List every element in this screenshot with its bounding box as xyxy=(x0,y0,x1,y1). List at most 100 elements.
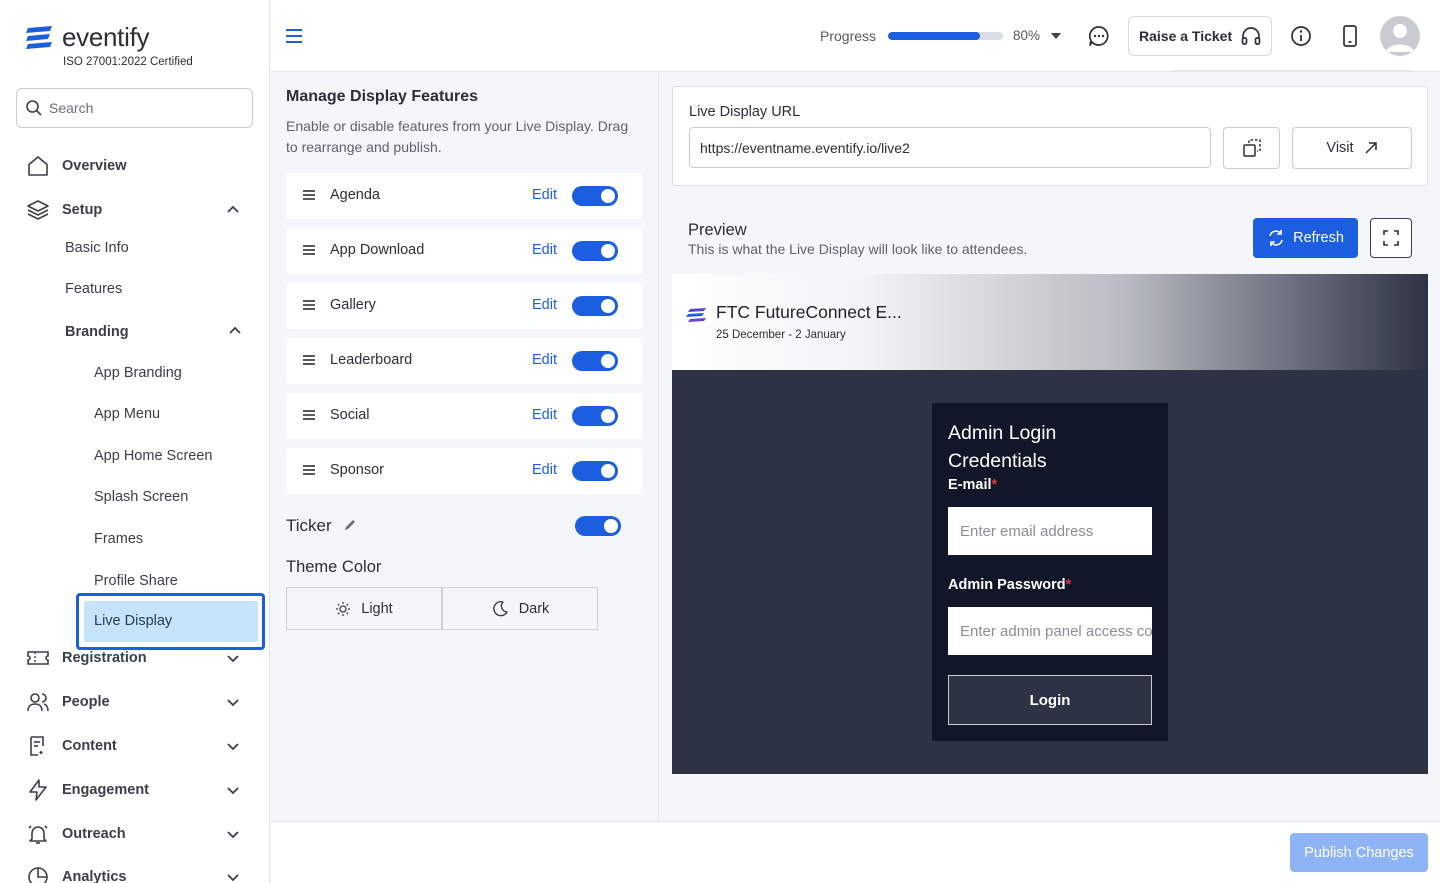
nav-outreach[interactable]: Outreach xyxy=(0,816,269,852)
feature-name: Gallery xyxy=(330,297,376,313)
menu-icon[interactable] xyxy=(285,27,303,45)
home-icon xyxy=(28,156,48,176)
info-icon[interactable] xyxy=(1290,25,1312,47)
drag-handle-icon[interactable] xyxy=(302,189,316,201)
password-label-text: Admin Password xyxy=(948,577,1066,593)
copy-url-button[interactable] xyxy=(1223,127,1280,169)
feature-toggle[interactable] xyxy=(572,406,618,426)
feature-row[interactable]: Social Edit xyxy=(286,393,643,439)
drag-handle-icon[interactable] xyxy=(302,354,316,366)
nav-outreach-label: Outreach xyxy=(62,826,126,842)
preview-display-area: Admin Login Credentials E-mail* Admin Pa… xyxy=(672,370,1428,774)
feature-row[interactable]: Leaderboard Edit xyxy=(286,338,643,384)
fullscreen-icon xyxy=(1383,230,1399,246)
nav-content[interactable]: Content xyxy=(0,728,269,764)
email-input[interactable] xyxy=(948,507,1152,555)
feature-edit-link[interactable]: Edit xyxy=(532,242,557,258)
admin-login-card: Admin Login Credentials E-mail* Admin Pa… xyxy=(932,403,1168,741)
theme-dark-button[interactable]: Dark xyxy=(442,587,598,630)
event-title: FTC FutureConnect E... xyxy=(716,302,902,322)
toggle-knob xyxy=(604,519,618,533)
feature-name: Leaderboard xyxy=(330,352,413,368)
drag-handle-icon[interactable] xyxy=(302,464,316,476)
people-icon xyxy=(27,693,49,712)
nav-basic-info[interactable]: Basic Info xyxy=(65,240,129,256)
drag-handle-icon[interactable] xyxy=(302,409,316,421)
nav-features[interactable]: Features xyxy=(65,281,122,297)
nav-people-label: People xyxy=(62,694,110,710)
chevron-down-icon[interactable] xyxy=(224,781,242,799)
nav-setup[interactable]: Setup xyxy=(0,192,269,228)
nav-branding[interactable]: Branding xyxy=(65,324,129,340)
drag-handle-icon[interactable] xyxy=(302,299,316,311)
password-label: Admin Password* xyxy=(948,577,1071,593)
nav-engagement[interactable]: Engagement xyxy=(0,772,269,808)
nav-overview[interactable]: Overview xyxy=(0,148,269,184)
headset-icon xyxy=(1241,27,1261,45)
feature-toggle[interactable] xyxy=(572,241,618,261)
nav-profile-share[interactable]: Profile Share xyxy=(94,573,178,589)
feature-edit-link[interactable]: Edit xyxy=(532,407,557,423)
lightning-icon xyxy=(29,779,47,801)
user-avatar[interactable] xyxy=(1380,16,1420,56)
nav-app-home-screen[interactable]: App Home Screen xyxy=(94,448,212,464)
preview-description: This is what the Live Display will look … xyxy=(688,241,1028,257)
raise-ticket-button[interactable]: Raise a Ticket xyxy=(1128,16,1272,56)
feature-toggle[interactable] xyxy=(572,296,618,316)
nav-registration[interactable]: Registration xyxy=(0,640,269,676)
feature-row[interactable]: Agenda Edit xyxy=(286,173,643,219)
nav-app-menu[interactable]: App Menu xyxy=(94,406,160,422)
chevron-up-icon[interactable] xyxy=(224,201,242,219)
feature-edit-link[interactable]: Edit xyxy=(532,462,557,478)
password-input[interactable] xyxy=(948,607,1152,655)
toggle-knob xyxy=(601,464,615,478)
chevron-down-icon[interactable] xyxy=(224,737,242,755)
feature-toggle[interactable] xyxy=(572,351,618,371)
feature-edit-link[interactable]: Edit xyxy=(532,352,557,368)
search-input[interactable] xyxy=(49,100,239,116)
feature-toggle[interactable] xyxy=(572,186,618,206)
live-display-url-input[interactable] xyxy=(689,127,1211,168)
chevron-down-icon[interactable] xyxy=(224,825,242,843)
theme-light-label: Light xyxy=(361,600,393,617)
feature-row[interactable]: Sponsor Edit xyxy=(286,448,643,494)
feature-edit-link[interactable]: Edit xyxy=(532,187,557,203)
chevron-down-icon[interactable] xyxy=(224,868,242,883)
feature-name: App Download xyxy=(330,242,425,258)
publish-changes-button[interactable]: Publish Changes xyxy=(1290,833,1428,872)
preview-title: Preview xyxy=(688,221,747,239)
chevron-down-icon[interactable] xyxy=(224,649,242,667)
event-logo xyxy=(680,299,712,331)
mobile-phone-icon[interactable] xyxy=(1342,25,1358,47)
chat-icon[interactable] xyxy=(1088,25,1110,47)
nav-splash-screen[interactable]: Splash Screen xyxy=(94,489,188,505)
nav-overview-label: Overview xyxy=(62,158,127,174)
nav-people[interactable]: People xyxy=(0,684,269,720)
chevron-down-icon[interactable] xyxy=(224,693,242,711)
feature-row[interactable]: Gallery Edit xyxy=(286,283,643,329)
theme-light-button[interactable]: Light xyxy=(286,587,442,630)
visit-button[interactable]: Visit xyxy=(1292,127,1412,169)
visit-label: Visit xyxy=(1326,140,1354,156)
email-label: E-mail* xyxy=(948,477,997,493)
fullscreen-button[interactable] xyxy=(1370,218,1412,258)
bell-icon xyxy=(28,825,48,844)
caret-down-icon[interactable] xyxy=(1051,33,1061,39)
admin-login-title: Admin Login Credentials xyxy=(948,422,1057,472)
feature-edit-link[interactable]: Edit xyxy=(532,297,557,313)
drag-handle-icon[interactable] xyxy=(302,244,316,256)
feature-row[interactable]: App Download Edit xyxy=(286,228,643,274)
toggle-knob xyxy=(601,409,615,423)
email-label-text: E-mail xyxy=(948,477,992,493)
nav-app-branding[interactable]: App Branding xyxy=(94,365,182,381)
refresh-button[interactable]: Refresh xyxy=(1253,218,1358,258)
login-button[interactable]: Login xyxy=(948,675,1152,725)
nav-frames[interactable]: Frames xyxy=(94,531,143,547)
chevron-up-icon[interactable] xyxy=(226,322,244,340)
nav-analytics[interactable]: Analytics xyxy=(0,859,269,883)
raise-ticket-label: Raise a Ticket xyxy=(1139,28,1233,44)
feature-toggle[interactable] xyxy=(572,461,618,481)
pencil-icon[interactable] xyxy=(343,518,357,532)
ticker-toggle[interactable] xyxy=(575,516,621,536)
brand-logo[interactable]: eventify xyxy=(24,22,150,53)
